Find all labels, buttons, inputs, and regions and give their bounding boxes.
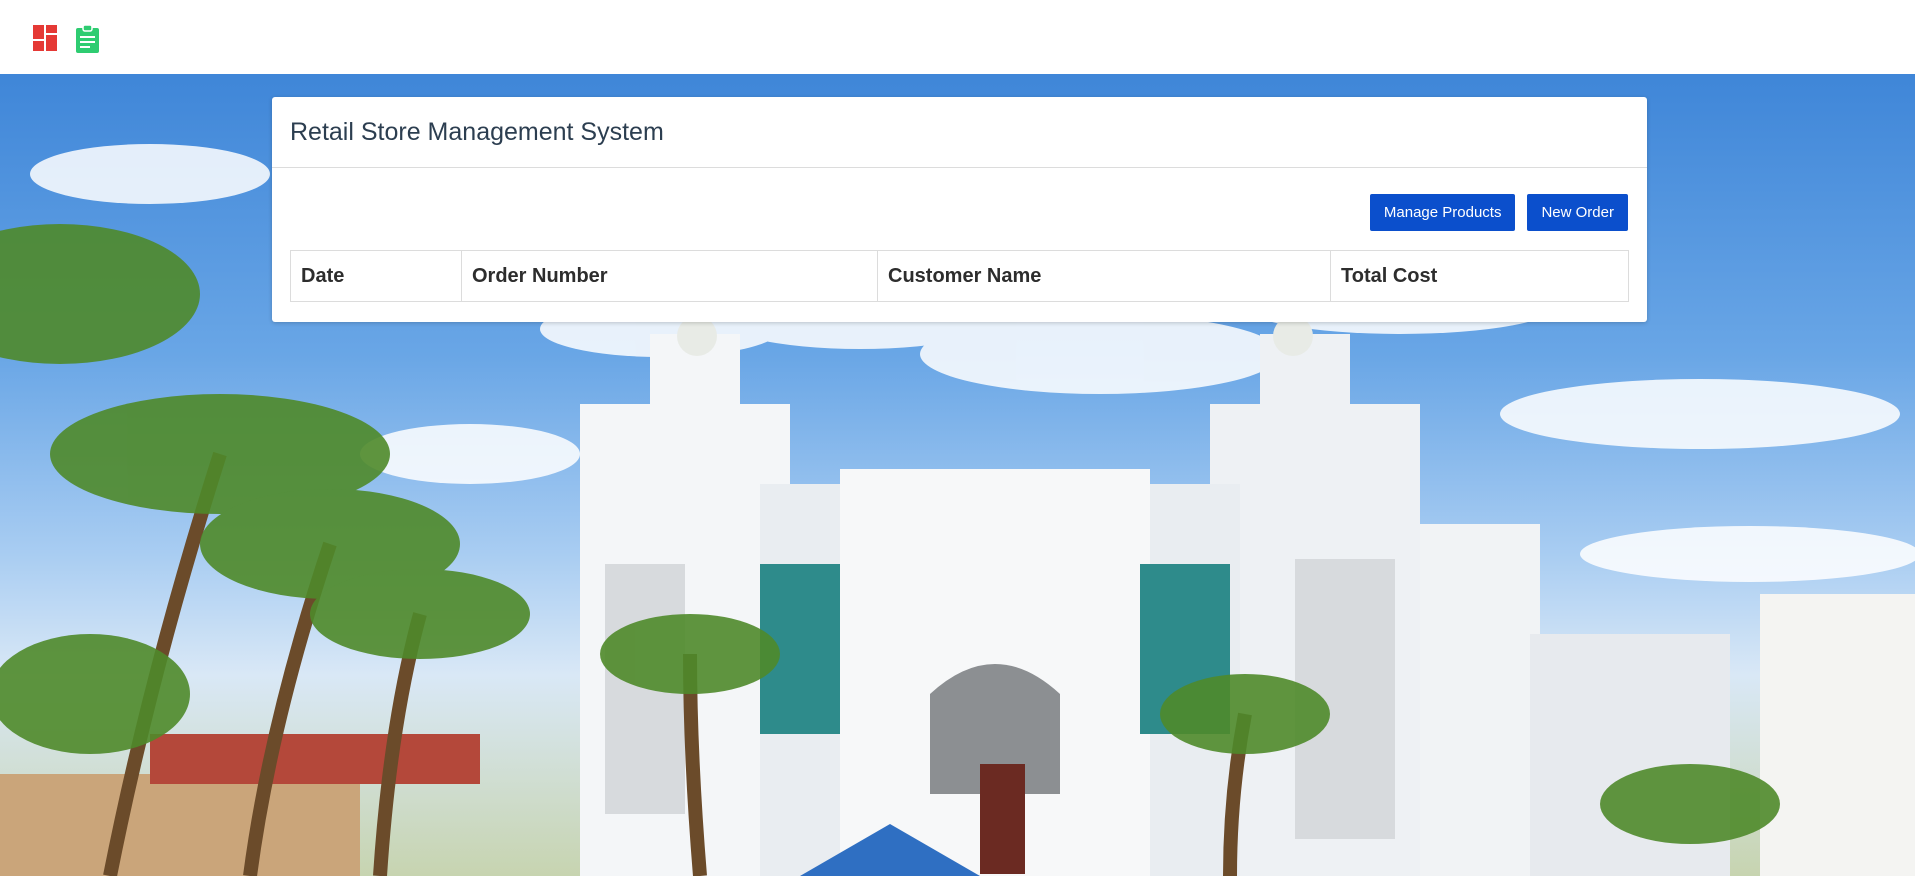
new-order-button[interactable]: New Order bbox=[1527, 194, 1628, 231]
column-header-order-number[interactable]: Order Number bbox=[461, 250, 878, 302]
column-header-customer-name[interactable]: Customer Name bbox=[877, 250, 1331, 302]
toolbar: Manage Products New Order bbox=[1369, 194, 1628, 231]
clipboard-icon[interactable] bbox=[75, 25, 100, 53]
column-header-total-cost[interactable]: Total Cost bbox=[1330, 250, 1629, 302]
column-header-date[interactable]: Date bbox=[290, 250, 462, 302]
orders-card: Retail Store Management System Manage Pr… bbox=[272, 97, 1647, 322]
dashboard-icon[interactable] bbox=[33, 25, 57, 51]
page-title: Retail Store Management System bbox=[290, 117, 664, 146]
card-header: Retail Store Management System bbox=[272, 97, 1647, 168]
manage-products-button[interactable]: Manage Products bbox=[1369, 194, 1516, 231]
orders-table: Date Order Number Customer Name Total Co… bbox=[290, 250, 1629, 302]
top-navbar bbox=[0, 0, 1915, 75]
table-header-row: Date Order Number Customer Name Total Co… bbox=[290, 250, 1629, 302]
